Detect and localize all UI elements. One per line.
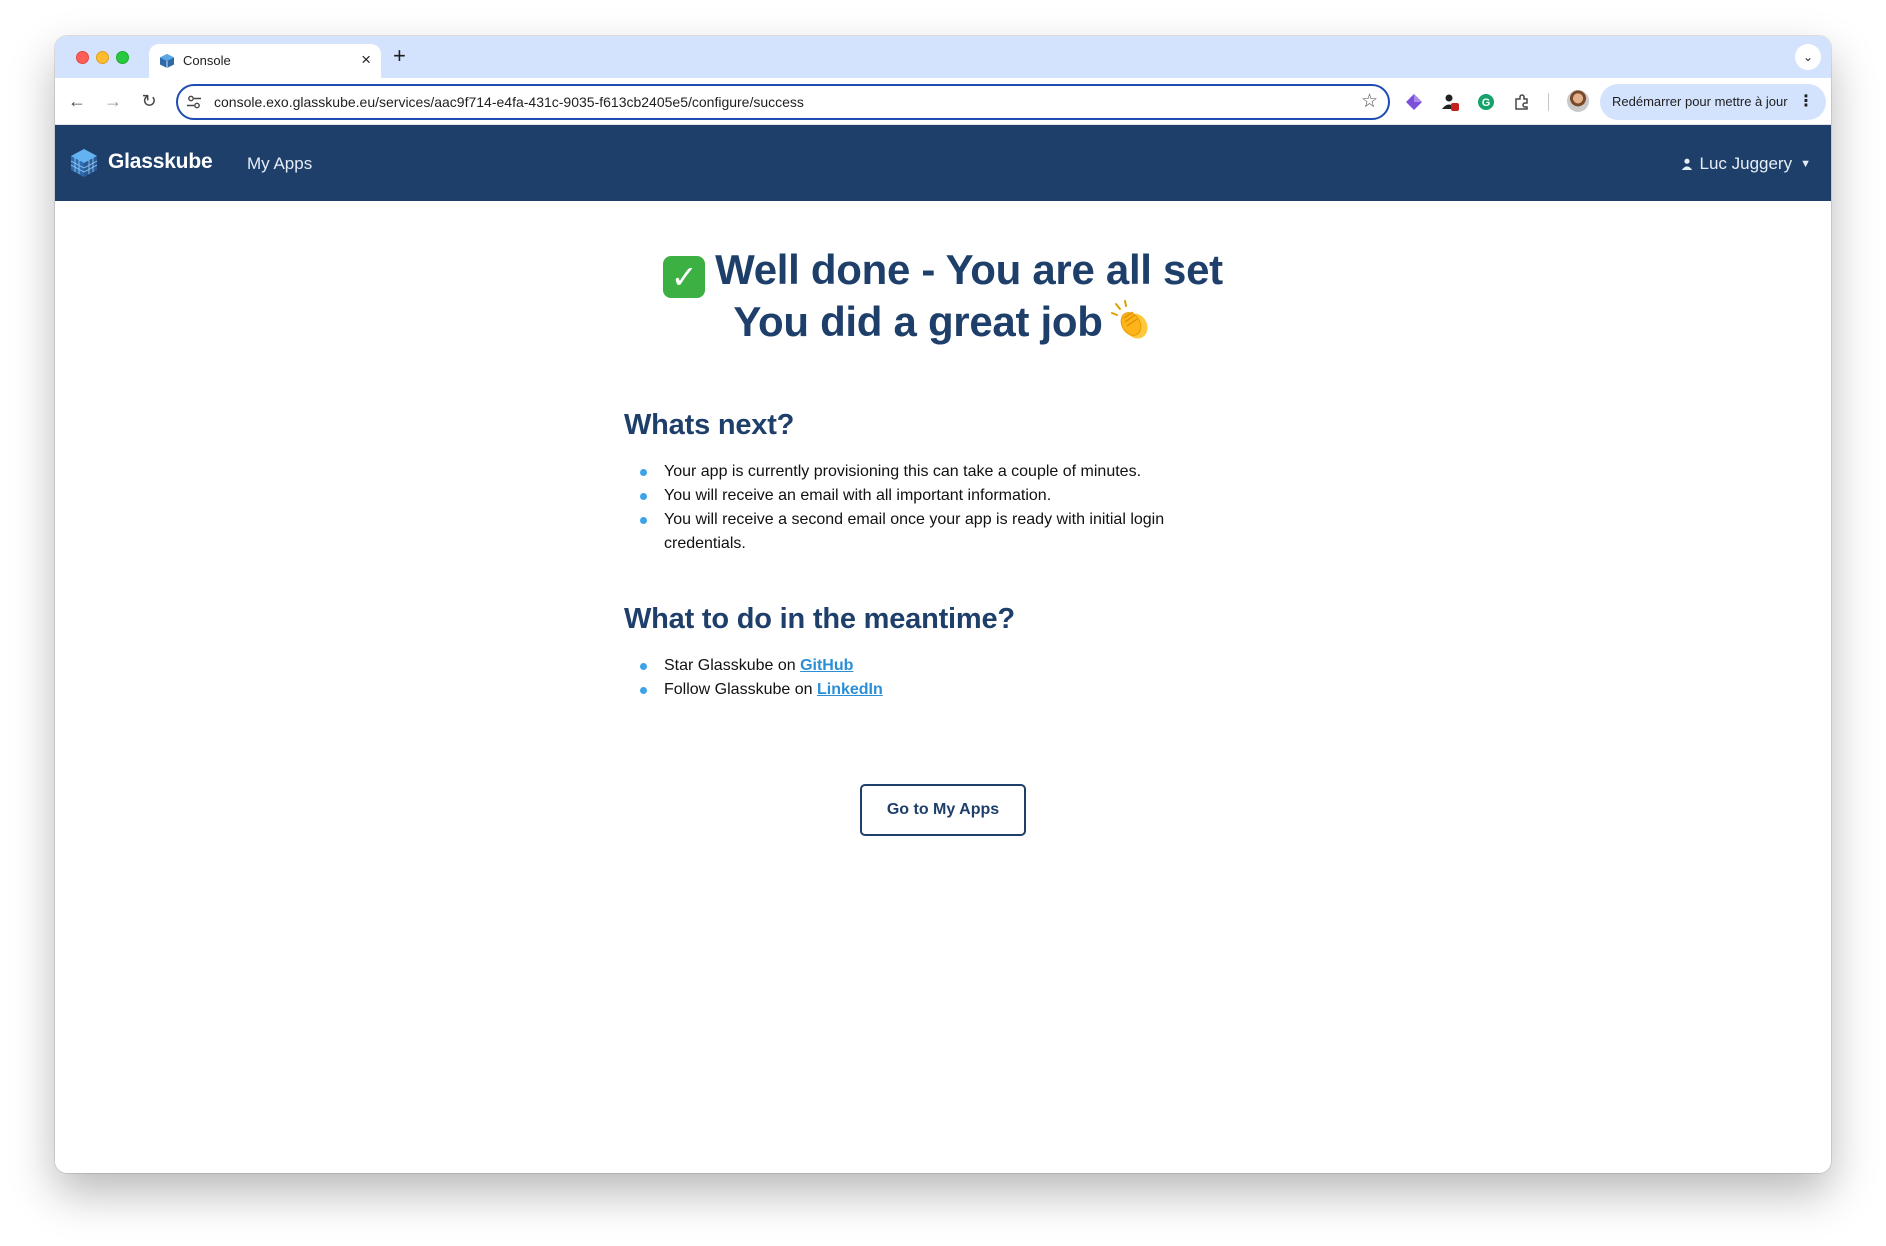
zoom-window-button[interactable] [116,51,129,64]
reload-icon[interactable]: ↻ [136,88,162,114]
close-window-button[interactable] [76,51,89,64]
whats-next-section: Whats next? Your app is currently provis… [624,409,1264,556]
list-item: You will receive an email with all impor… [624,484,1264,508]
main-content: ✓ Well done - You are all set You did a g… [55,201,1831,1173]
list-item: Follow Glasskube on LinkedIn [624,678,1264,702]
list-item-text: Follow Glasskube on [664,681,817,698]
tune-icon[interactable] [186,94,202,110]
svg-text:G: G [1482,97,1491,109]
address-bar[interactable]: console.exo.glasskube.eu/services/aac9f7… [176,84,1390,120]
user-name: Luc Juggery [1699,154,1793,173]
hero-line-1-text: Well done - You are all set [715,246,1223,293]
go-to-my-apps-button[interactable]: Go to My Apps [860,784,1026,836]
tab-console[interactable]: Console × [149,44,381,78]
hero-line-2: You did a great job [55,298,1831,346]
gem-extension-icon[interactable] [1404,92,1424,112]
whats-next-list: Your app is currently provisioning this … [624,460,1264,556]
list-item: Star Glasskube on GitHub [624,654,1264,678]
toolbar-divider [1548,93,1549,111]
meantime-section: What to do in the meantime? Star Glassku… [624,603,1264,702]
browser-window: Console × + ⌄ ← → ↻ console.exo.glasskub… [55,36,1831,1173]
new-tab-icon[interactable]: + [393,44,406,68]
meantime-list: Star Glasskube on GitHub Follow Glasskub… [624,654,1264,702]
check-mark-icon: ✓ [663,256,706,298]
url-text: console.exo.glasskube.eu/services/aac9f7… [214,94,804,110]
list-item-text: Star Glasskube on [664,657,801,674]
meantime-heading: What to do in the meantime? [624,603,1015,635]
grammarly-icon[interactable]: G [1476,92,1496,112]
github-link[interactable]: GitHub [800,657,853,674]
success-heading: ✓ Well done - You are all set You did a g… [55,246,1831,346]
browser-toolbar: ← → ↻ console.exo.glasskube.eu/services/… [55,78,1831,125]
user-icon [1682,158,1693,170]
clapping-hands-icon [1110,300,1148,339]
caret-down-icon: ▼ [1800,158,1811,170]
glasskube-favicon-icon [160,54,174,68]
whats-next-heading: Whats next? [624,409,795,441]
tab-close-icon[interactable]: × [361,50,371,70]
hero-line-1: ✓ Well done - You are all set [55,246,1831,298]
tab-title: Console [183,53,231,68]
profile-avatar[interactable] [1567,90,1589,112]
list-item: Your app is currently provisioning this … [624,460,1264,484]
linkedin-link[interactable]: LinkedIn [817,681,883,698]
tab-search-chevron-icon[interactable]: ⌄ [1795,44,1821,70]
star-icon[interactable]: ☆ [1361,90,1378,113]
forward-arrow-icon[interactable]: → [100,88,126,114]
user-alert-extension-icon[interactable] [1440,92,1460,112]
brand-name[interactable]: Glasskube [108,150,213,174]
restart-update-button[interactable]: Redémarrer pour mettre à jour ⋮ [1600,84,1826,120]
extensions-puzzle-icon[interactable] [1512,92,1532,112]
back-arrow-icon[interactable]: ← [64,88,90,114]
app-navbar: Glasskube My Apps Luc Juggery ▼ [55,125,1831,201]
minimize-window-button[interactable] [96,51,109,64]
kebab-menu-icon[interactable]: ⋮ [1798,91,1814,111]
update-button-label: Redémarrer pour mettre à jour [1612,94,1788,109]
hero-line-2-text: You did a great job [733,298,1103,345]
glasskube-logo-icon[interactable] [68,147,100,179]
tab-strip: Console × + ⌄ [55,36,1831,78]
list-item: You will receive a second email once you… [624,508,1204,556]
user-menu-dropdown[interactable]: Luc Juggery ▼ [1681,154,1811,174]
nav-link-my-apps[interactable]: My Apps [247,154,312,174]
